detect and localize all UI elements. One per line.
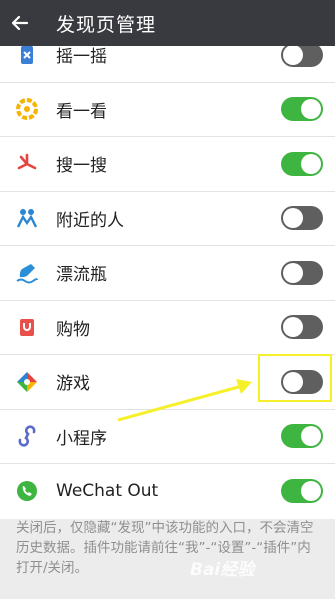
list-item-mini-program: 小程序	[0, 410, 335, 464]
list-item-search: 搜一搜	[0, 137, 335, 192]
toggle-switch[interactable]	[281, 424, 323, 449]
list-item-shopping: 购物	[0, 301, 335, 355]
watermark: Bai经验	[190, 560, 255, 580]
top-bar: 发现页管理	[0, 0, 335, 46]
page-title: 发现页管理	[56, 13, 157, 36]
back-button[interactable]	[0, 0, 40, 46]
list-item-wechat-out: WeChat Out	[0, 464, 335, 519]
toggle-switch[interactable]	[281, 369, 323, 394]
top-stories-icon	[14, 96, 40, 122]
item-label: 搜一搜	[56, 156, 107, 177]
shopping-icon	[14, 314, 40, 340]
toggle-switch[interactable]	[281, 42, 323, 67]
toggle-switch[interactable]	[281, 206, 323, 231]
item-label: 附近的人	[56, 210, 124, 231]
wechat-out-icon	[14, 478, 40, 504]
games-icon	[14, 369, 40, 395]
toggle-switch[interactable]	[281, 479, 323, 504]
toggle-switch[interactable]	[281, 260, 323, 285]
mini-program-icon	[14, 423, 40, 449]
item-label: 小程序	[56, 428, 107, 449]
toggle-switch[interactable]	[281, 97, 323, 122]
list-item-drift-bottle: 漂流瓶	[0, 246, 335, 301]
list-item-games: 游戏	[0, 355, 335, 410]
item-label: 摇一摇	[56, 47, 107, 68]
drift-bottle-icon	[14, 260, 40, 286]
item-label: 游戏	[56, 374, 90, 395]
toggle-switch[interactable]	[281, 315, 323, 340]
arrow-left-icon	[11, 15, 29, 31]
discover-settings-list: 摇一摇 看一看 搜一搜 附近的人 漂流瓶 购物 游戏 小程序 WeChat Ou…	[0, 28, 335, 519]
search-icon	[14, 151, 40, 177]
list-item-top-stories: 看一看	[0, 83, 335, 137]
item-label: 看一看	[56, 101, 107, 122]
item-label: 漂流瓶	[56, 265, 107, 286]
footer-note: 关闭后，仅隐藏“发现”中该功能的入口，不会清空历史数据。插件功能请前往“我”-“…	[16, 520, 314, 576]
toggle-switch[interactable]	[281, 151, 323, 176]
people-nearby-icon	[14, 205, 40, 231]
list-item-people-nearby: 附近的人	[0, 192, 335, 246]
item-label: 购物	[56, 319, 90, 340]
item-label: WeChat Out	[56, 481, 159, 502]
